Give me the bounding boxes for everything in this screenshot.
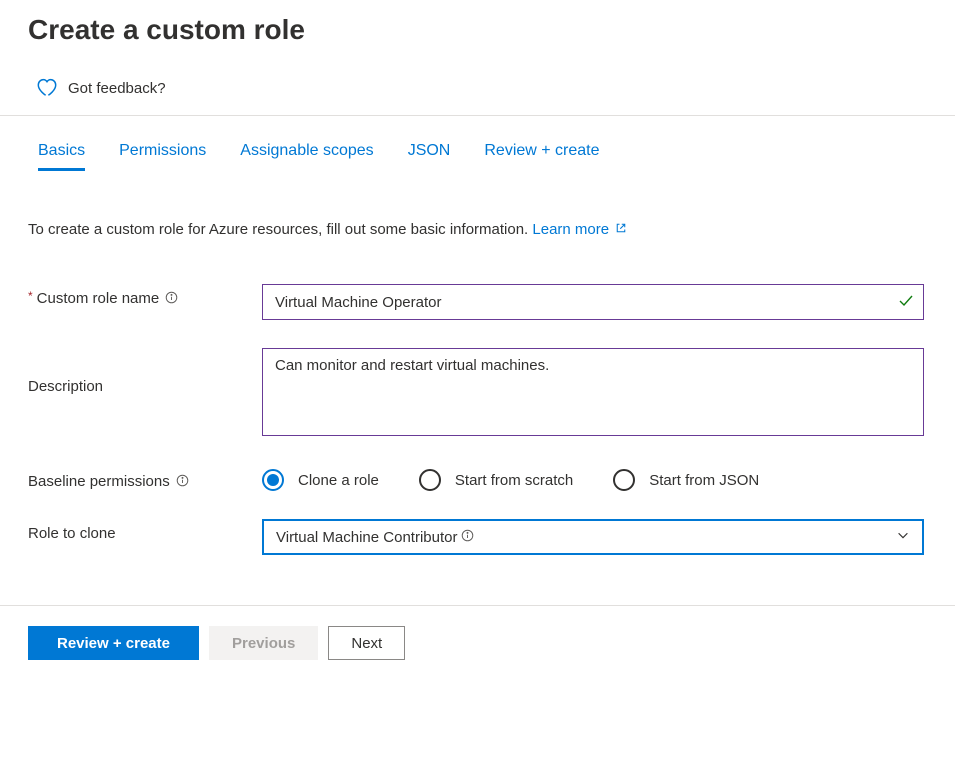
label-baseline-permissions: Baseline permissions [28, 467, 262, 490]
label-role-to-clone: Role to clone [28, 519, 262, 542]
label-custom-role-name: * Custom role name [28, 284, 262, 307]
info-icon[interactable] [165, 291, 178, 307]
row-role-to-clone: Role to clone Virtual Machine Contributo… [28, 519, 927, 555]
label-text: Custom role name [37, 290, 160, 307]
info-icon[interactable] [176, 474, 189, 490]
previous-button: Previous [209, 626, 318, 660]
tab-permissions[interactable]: Permissions [119, 142, 206, 171]
role-to-clone-select[interactable]: Virtual Machine Contributor [262, 519, 924, 555]
description-input[interactable] [262, 348, 924, 436]
baseline-radio-group: Clone a role Start from scratch Start fr… [262, 467, 924, 491]
radio-clone-a-role[interactable]: Clone a role [262, 469, 401, 491]
radio-start-from-scratch[interactable]: Start from scratch [419, 469, 595, 491]
feedback-bar[interactable]: Got feedback? [0, 66, 955, 116]
radio-label: Clone a role [298, 472, 379, 489]
footer-bar: Review + create Previous Next [0, 605, 955, 680]
custom-role-name-wrap [262, 284, 924, 320]
radio-label: Start from scratch [455, 472, 573, 489]
info-icon [461, 529, 474, 545]
radio-label: Start from JSON [649, 472, 759, 489]
row-custom-role-name: * Custom role name [28, 284, 927, 320]
check-icon [898, 293, 914, 312]
form-area: * Custom role name Description [28, 284, 927, 555]
row-baseline-permissions: Baseline permissions Clone a role Start … [28, 467, 927, 491]
heart-icon [36, 76, 58, 101]
label-text: Description [28, 378, 103, 395]
tab-assignable-scopes[interactable]: Assignable scopes [240, 142, 373, 171]
radio-start-from-json[interactable]: Start from JSON [613, 469, 781, 491]
label-text: Baseline permissions [28, 473, 170, 490]
custom-role-name-input[interactable] [262, 284, 924, 320]
required-icon: * [28, 289, 33, 303]
tab-basics[interactable]: Basics [38, 142, 85, 171]
chevron-down-icon [896, 528, 910, 546]
intro-body: To create a custom role for Azure resour… [28, 221, 532, 238]
external-link-icon [615, 221, 627, 238]
label-text: Role to clone [28, 525, 116, 542]
label-description: Description [28, 348, 262, 395]
tabs: Basics Permissions Assignable scopes JSO… [0, 116, 955, 171]
row-description: Description [28, 348, 927, 439]
page-title: Create a custom role [28, 14, 955, 46]
intro-text: To create a custom role for Azure resour… [28, 221, 927, 238]
tab-review-create[interactable]: Review + create [484, 142, 599, 171]
next-button[interactable]: Next [328, 626, 405, 660]
review-create-button[interactable]: Review + create [28, 626, 199, 660]
feedback-label: Got feedback? [68, 80, 166, 97]
select-value: Virtual Machine Contributor [276, 529, 457, 546]
tab-json[interactable]: JSON [408, 142, 451, 171]
radio-icon [262, 469, 284, 491]
radio-icon [613, 469, 635, 491]
radio-icon [419, 469, 441, 491]
learn-more-link[interactable]: Learn more [532, 221, 609, 238]
